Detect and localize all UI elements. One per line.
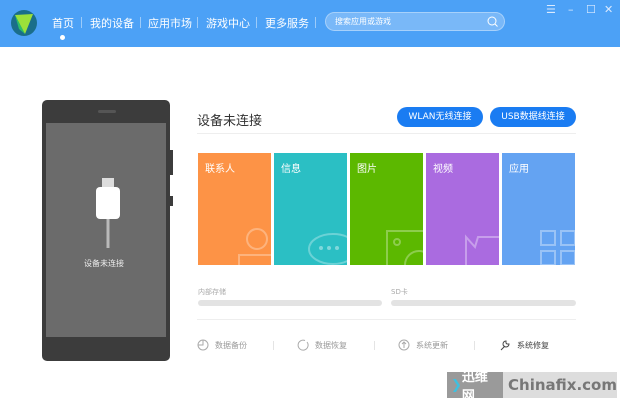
page-title: 设备未连接 bbox=[197, 114, 263, 129]
menu-icon[interactable]: ☰ bbox=[546, 3, 556, 16]
tile-label: 信息 bbox=[281, 164, 301, 175]
action-label: 系统更新 bbox=[416, 340, 448, 350]
data-restore-button[interactable]: 数据恢复 bbox=[297, 339, 347, 351]
nav-game-center[interactable]: 游戏中心 bbox=[206, 15, 250, 31]
divider bbox=[273, 341, 274, 350]
close-icon[interactable]: ✕ bbox=[604, 3, 613, 16]
usb-connect-button[interactable]: USB数据线连接 bbox=[490, 107, 576, 127]
phone-status: 设备未连接 bbox=[84, 259, 124, 268]
contact-icon bbox=[238, 228, 271, 265]
tile-label: 联系人 bbox=[205, 164, 235, 175]
phone-side-button bbox=[170, 150, 173, 175]
backup-icon bbox=[197, 339, 209, 351]
wrench-icon bbox=[500, 340, 510, 351]
divider bbox=[81, 17, 82, 28]
divider bbox=[197, 133, 576, 134]
tile-label: 图片 bbox=[357, 164, 377, 175]
maximize-icon[interactable]: ☐ bbox=[586, 3, 596, 16]
update-icon bbox=[398, 339, 410, 351]
active-indicator bbox=[60, 35, 65, 40]
tile-contacts[interactable]: 联系人 bbox=[198, 153, 271, 265]
search-placeholder: 搜索应用或游戏 bbox=[335, 17, 391, 26]
chevron-right-icon: ❯ bbox=[451, 377, 462, 393]
action-label: 系统修复 bbox=[517, 340, 549, 350]
divider bbox=[197, 17, 198, 28]
search-input[interactable]: 搜索应用或游戏 bbox=[325, 12, 505, 31]
minimize-icon[interactable]: – bbox=[568, 3, 574, 16]
wlan-connect-button[interactable]: WLAN无线连接 bbox=[397, 107, 483, 127]
action-label: 数据备份 bbox=[215, 340, 247, 350]
restore-icon bbox=[297, 339, 309, 351]
divider bbox=[374, 341, 375, 350]
divider bbox=[474, 341, 475, 350]
watermark-cn-block: ❯ 迅维网 bbox=[447, 370, 504, 404]
action-label: 数据恢复 bbox=[315, 340, 347, 350]
tile-videos[interactable]: 视频 bbox=[426, 153, 499, 265]
divider bbox=[140, 17, 141, 28]
tile-pictures[interactable]: 图片 bbox=[350, 153, 423, 265]
tile-label: 视频 bbox=[433, 164, 453, 175]
tile-label: 应用 bbox=[509, 164, 529, 175]
internal-storage-label: 内部存储 bbox=[198, 288, 226, 296]
nav-my-device[interactable]: 我的设备 bbox=[90, 15, 134, 31]
system-update-button[interactable]: 系统更新 bbox=[398, 339, 448, 351]
internal-storage-bar bbox=[198, 300, 382, 306]
watermark-cn: 迅维网 bbox=[461, 370, 488, 404]
search-icon[interactable] bbox=[487, 16, 498, 27]
data-backup-button[interactable]: 数据备份 bbox=[197, 339, 247, 351]
message-icon bbox=[308, 233, 347, 265]
phone-side-button bbox=[170, 196, 173, 206]
divider bbox=[256, 17, 257, 28]
nav-more-services[interactable]: 更多服务 bbox=[265, 15, 309, 31]
nav-home[interactable]: 首页 bbox=[52, 15, 74, 31]
watermark: ❯ 迅维网 Chinafix.com bbox=[447, 370, 617, 404]
app-logo bbox=[11, 10, 37, 36]
picture-icon bbox=[386, 230, 423, 265]
phone-speaker bbox=[98, 110, 116, 113]
divider bbox=[197, 319, 576, 320]
tile-messages[interactable]: 信息 bbox=[274, 153, 347, 265]
nav-app-market[interactable]: 应用市场 bbox=[148, 15, 192, 31]
divider bbox=[315, 17, 316, 28]
usb-cable-icon bbox=[96, 178, 120, 248]
watermark-en: Chinafix.com bbox=[508, 376, 617, 394]
video-icon bbox=[465, 234, 499, 265]
system-repair-button[interactable]: 系统修复 bbox=[499, 339, 549, 351]
apps-grid-icon bbox=[540, 230, 575, 265]
tile-apps[interactable]: 应用 bbox=[502, 153, 575, 265]
sd-card-bar bbox=[391, 300, 576, 306]
sd-card-label: SD卡 bbox=[391, 288, 408, 296]
